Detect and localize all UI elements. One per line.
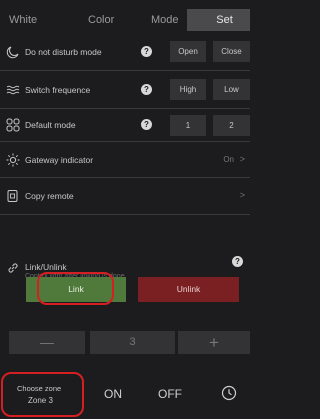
- dnd-row: Do not disturb mode ? Open Close: [0, 33, 250, 71]
- default-mode-help-icon[interactable]: ?: [141, 119, 152, 130]
- wave-icon: [6, 85, 20, 95]
- dnd-label: Do not disturb mode: [25, 47, 102, 57]
- switch-frequence-help-icon[interactable]: ?: [141, 84, 152, 95]
- link-button-highlight: [37, 272, 114, 305]
- zone-increase-button[interactable]: +: [178, 331, 250, 354]
- link-icon: [8, 263, 18, 273]
- switch-frequence-row: Switch frequence ? High Low: [0, 71, 250, 109]
- default-mode-1-button[interactable]: 1: [170, 115, 206, 136]
- copy-remote-chevron-icon: >: [239, 190, 245, 200]
- clock-icon[interactable]: [221, 385, 237, 401]
- frequence-low-button[interactable]: Low: [213, 79, 250, 100]
- grid-mode-icon: [6, 118, 20, 132]
- choose-zone-highlight: [1, 372, 84, 417]
- moon-icon: [6, 46, 19, 59]
- on-button[interactable]: ON: [104, 387, 122, 401]
- default-mode-row: Default mode ? 1 2: [0, 109, 250, 142]
- frequence-high-button[interactable]: High: [170, 79, 206, 100]
- link-unlink-label: Link/Unlink: [25, 262, 67, 272]
- link-unlink-help-icon[interactable]: ?: [232, 256, 243, 267]
- dnd-help-icon[interactable]: ?: [141, 46, 152, 57]
- default-mode-2-button[interactable]: 2: [213, 115, 250, 136]
- zone-decrease-button[interactable]: —: [9, 331, 85, 354]
- remote-icon: [7, 190, 18, 202]
- off-button[interactable]: OFF: [158, 387, 182, 401]
- tab-color[interactable]: Color: [88, 9, 114, 31]
- gateway-indicator-row[interactable]: Gateway indicator On >: [0, 142, 250, 178]
- switch-frequence-label: Switch frequence: [25, 85, 91, 95]
- unlink-button[interactable]: Unlink: [138, 277, 239, 302]
- tab-set[interactable]: Set: [187, 9, 250, 31]
- tab-bar: White Color Mode Set: [0, 9, 250, 31]
- copy-remote-label: Copy remote: [25, 191, 74, 201]
- gateway-indicator-value: On: [223, 155, 234, 164]
- copy-remote-row[interactable]: Copy remote >: [0, 178, 250, 215]
- gateway-chevron-icon: >: [239, 154, 245, 164]
- sun-icon: [6, 153, 20, 167]
- zone-value: 3: [90, 331, 175, 354]
- tab-white[interactable]: White: [9, 9, 37, 31]
- gateway-indicator-label: Gateway indicator: [25, 155, 94, 165]
- tab-mode[interactable]: Mode: [151, 9, 179, 31]
- dnd-open-button[interactable]: Open: [170, 41, 206, 62]
- default-mode-label: Default mode: [25, 120, 76, 130]
- dnd-close-button[interactable]: Close: [213, 41, 250, 62]
